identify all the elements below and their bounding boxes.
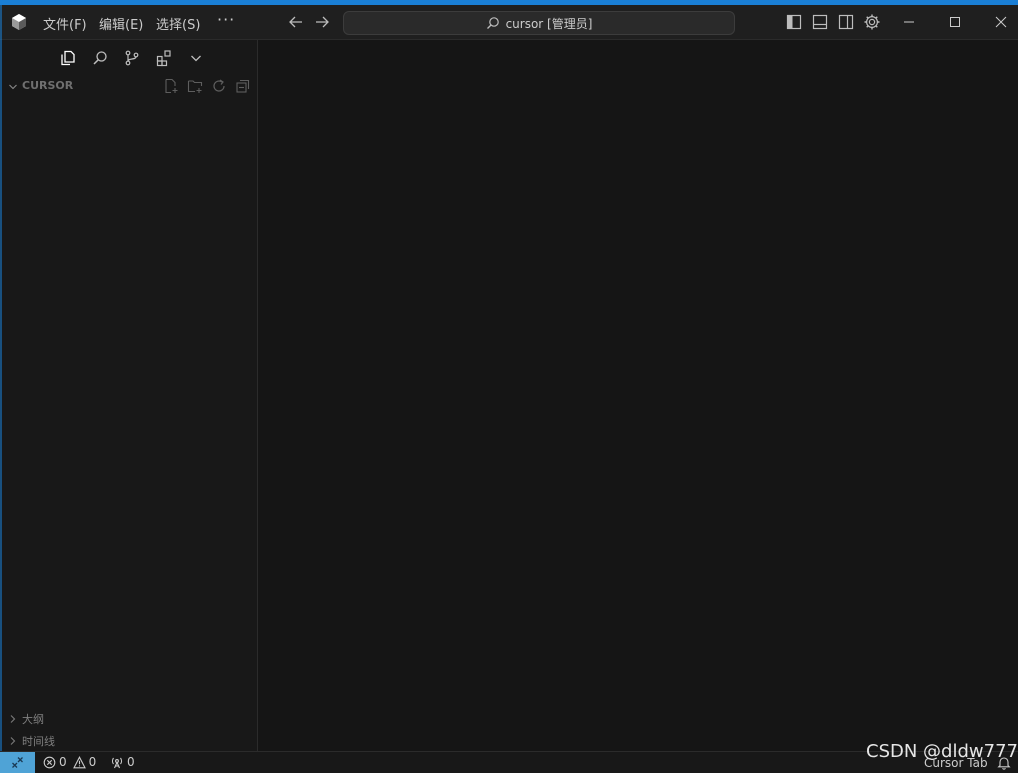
sidebar: CURSOR 大纲 时间线: [2, 40, 258, 751]
remote-icon: [12, 757, 23, 768]
chevron-right-icon: [10, 737, 16, 745]
ports-count: 0: [127, 755, 135, 769]
csdn-watermark: CSDN @dldw777: [866, 741, 1018, 762]
new-file-icon[interactable]: [163, 78, 179, 94]
outline-section-title: 大纲: [22, 713, 44, 726]
gear-icon[interactable]: [863, 13, 881, 31]
maximize-icon[interactable]: [944, 11, 966, 33]
menu-selection[interactable]: 选择(S): [156, 14, 200, 33]
minimize-icon[interactable]: [898, 11, 920, 33]
collapse-all-icon[interactable]: [235, 78, 251, 94]
ports-indicator[interactable]: 0: [110, 755, 135, 769]
explorer-section-title: CURSOR: [22, 79, 74, 92]
chevron-down-icon[interactable]: [187, 49, 205, 67]
error-icon: [43, 756, 56, 768]
extensions-icon[interactable]: [155, 49, 173, 67]
timeline-section-title: 时间线: [22, 735, 55, 748]
toggle-panel-icon[interactable]: [811, 13, 829, 31]
command-center-label: cursor [管理员]: [505, 16, 593, 31]
error-count: 0: [59, 755, 67, 769]
chevron-down-icon: [9, 84, 17, 90]
new-folder-icon[interactable]: [187, 78, 203, 94]
toggle-secondary-sidebar-icon[interactable]: [837, 13, 855, 31]
search-icon[interactable]: [91, 49, 109, 67]
outline-section-header[interactable]: 大纲: [6, 710, 256, 728]
close-icon[interactable]: [990, 11, 1012, 33]
warning-icon: [72, 755, 86, 768]
source-control-icon[interactable]: [123, 49, 141, 67]
menu-file[interactable]: 文件(F): [43, 14, 87, 33]
warning-count: 0: [88, 755, 97, 769]
toggle-primary-sidebar-icon[interactable]: [785, 13, 803, 31]
app-logo-icon: [12, 14, 26, 30]
title-bar: 文件(F) 编辑(E) 选择(S) ··· cursor [管理员]: [0, 5, 1018, 40]
arrow-right-icon[interactable]: [313, 14, 331, 30]
timeline-section-header[interactable]: 时间线: [6, 732, 256, 750]
menu-edit[interactable]: 编辑(E): [99, 14, 143, 33]
search-icon: [486, 17, 499, 29]
menu-more-button[interactable]: ···: [217, 10, 235, 29]
remote-indicator[interactable]: [0, 752, 35, 773]
command-center-search[interactable]: cursor [管理员]: [343, 11, 735, 35]
explorer-icon[interactable]: [59, 49, 77, 67]
refresh-icon[interactable]: [211, 78, 227, 94]
arrow-left-icon[interactable]: [287, 14, 305, 30]
ports-icon: [111, 757, 123, 768]
editor-area[interactable]: [258, 40, 1018, 751]
chevron-right-icon: [10, 715, 16, 723]
problems-indicator[interactable]: 0 0: [43, 755, 96, 769]
